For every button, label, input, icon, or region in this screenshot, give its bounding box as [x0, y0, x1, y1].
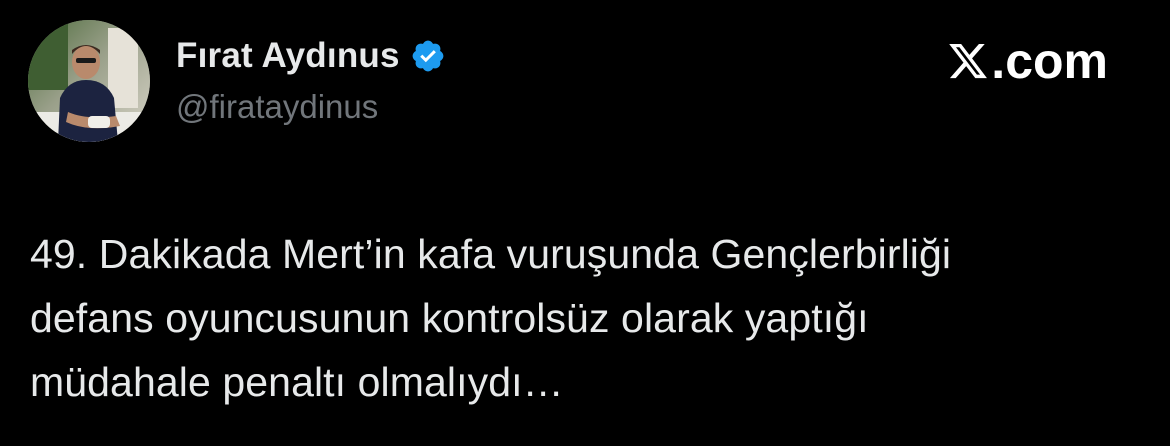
- avatar[interactable]: [28, 20, 150, 142]
- user-handle[interactable]: @firataydinus: [176, 88, 446, 126]
- brand-watermark: .com: [947, 36, 1108, 86]
- tweet-text-line: defans oyuncusunun kontrolsüz olarak yap…: [30, 295, 869, 341]
- tweet-text-line: 49. Dakikada Mert’in kafa vuruşunda Genç…: [30, 231, 952, 277]
- brand-label: .com: [991, 33, 1108, 89]
- tweet-text-line: müdahale penaltı olmalıydı…: [30, 359, 564, 405]
- verified-badge-icon: [410, 38, 446, 74]
- avatar-image: [28, 20, 150, 142]
- x-logo-icon: [947, 40, 989, 82]
- name-row: Fırat Aydınus: [176, 34, 446, 78]
- tweet-text: 49. Dakikada Mert’in kafa vuruşunda Genç…: [30, 222, 1130, 414]
- author-block: Fırat Aydınus @firataydinus: [176, 34, 446, 126]
- display-name[interactable]: Fırat Aydınus: [176, 36, 400, 76]
- tweet-card: Fırat Aydınus @firataydinus .com 49. Dak…: [0, 0, 1170, 446]
